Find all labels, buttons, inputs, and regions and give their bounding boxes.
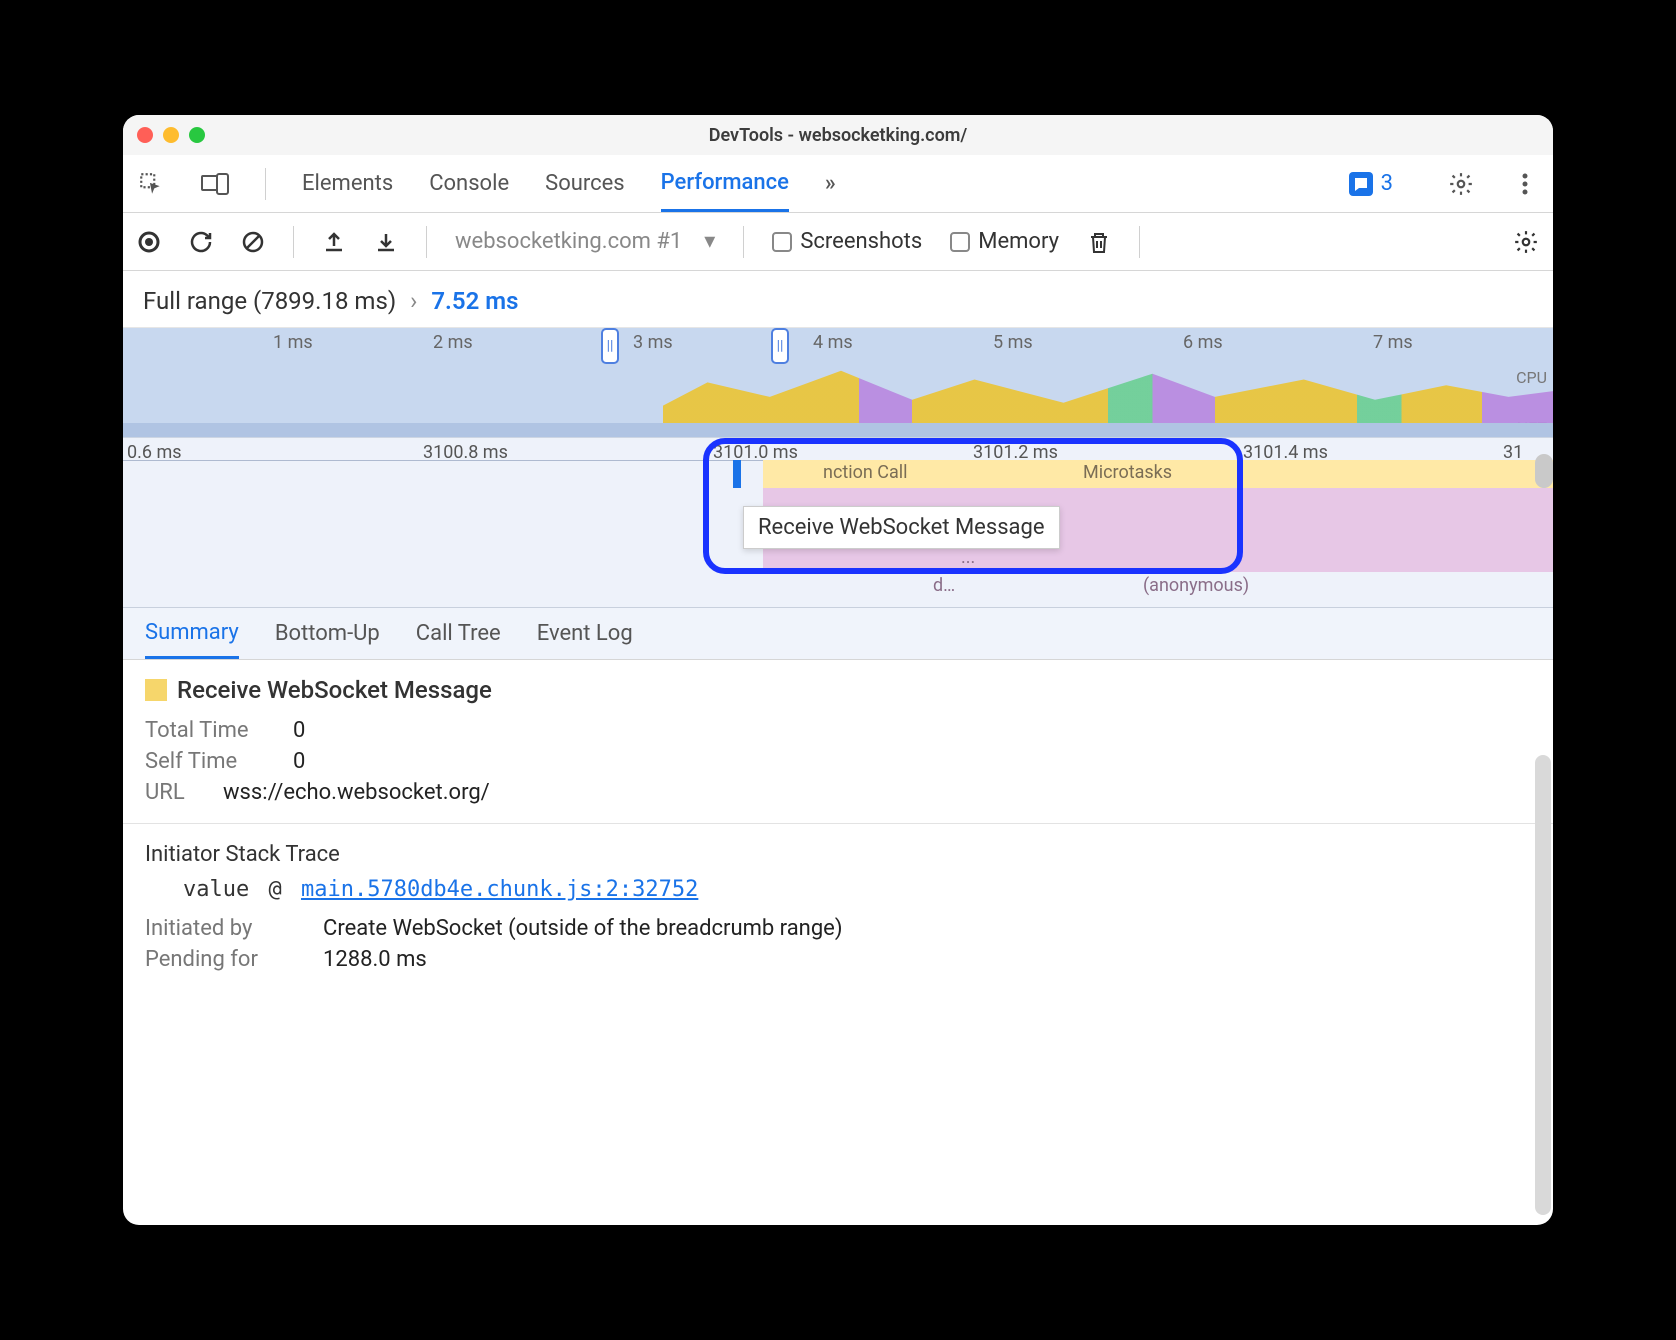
issues-icon — [1349, 172, 1373, 196]
separator — [293, 226, 294, 258]
devtools-window: DevTools - websocketking.com/ Elements C… — [123, 115, 1553, 1225]
stack-at: @ — [268, 877, 281, 902]
tab-bottom-up[interactable]: Bottom-Up — [275, 608, 380, 659]
more-menu-icon[interactable] — [1511, 173, 1539, 195]
checkbox-icon — [950, 232, 970, 252]
tab-divider — [265, 168, 266, 200]
divider — [123, 823, 1553, 824]
overview-tick: 2 ms — [433, 332, 473, 353]
stack-frame: value @ main.5780db4e.chunk.js:2:32752 — [183, 877, 1531, 902]
net-strip — [123, 423, 1553, 437]
url-label: URL — [145, 780, 205, 805]
checkbox-icon — [772, 232, 792, 252]
event-name: Receive WebSocket Message — [177, 676, 492, 704]
flame-entry-label: d… — [933, 575, 955, 596]
recording-name: websocketking.com #1 — [455, 229, 682, 254]
traffic-lights — [137, 127, 205, 143]
summary-panel: Receive WebSocket Message Total Time 0 Se… — [123, 660, 1553, 994]
flame-entry-label: (anonymous) — [1143, 575, 1249, 596]
total-time-label: Total Time — [145, 718, 275, 743]
url-value: wss://echo.websocket.org/ — [223, 780, 490, 805]
range-handle-left[interactable]: || — [601, 328, 619, 364]
range-handle-right[interactable]: || — [771, 328, 789, 364]
tab-sources[interactable]: Sources — [545, 155, 625, 212]
capture-settings-icon[interactable] — [1513, 229, 1539, 255]
performance-toolbar: websocketking.com #1 ▾ Screenshots Memor… — [123, 213, 1553, 271]
panel-scrollbar[interactable] — [1535, 755, 1551, 1215]
total-time-value: 0 — [293, 718, 305, 743]
stack-trace-heading: Initiator Stack Trace — [145, 842, 1531, 867]
tab-performance[interactable]: Performance — [661, 155, 789, 212]
close-window-button[interactable] — [137, 127, 153, 143]
cpu-label: CPU — [1516, 368, 1547, 387]
overview-tick: 4 ms — [813, 332, 853, 353]
reload-record-button[interactable] — [189, 230, 213, 254]
memory-label: Memory — [978, 229, 1059, 254]
zoom-window-button[interactable] — [189, 127, 205, 143]
self-time-value: 0 — [293, 749, 305, 774]
full-range-label[interactable]: Full range (7899.18 ms) — [143, 287, 396, 315]
cpu-activity-graph — [663, 365, 1553, 423]
window-title: DevTools - websocketking.com/ — [123, 125, 1553, 146]
stack-fn: value — [183, 877, 249, 902]
summary-header: Receive WebSocket Message — [145, 676, 1531, 704]
category-swatch — [145, 679, 167, 701]
overview-tick: 6 ms — [1183, 332, 1223, 353]
settings-icon[interactable] — [1447, 171, 1475, 197]
screenshots-checkbox[interactable]: Screenshots — [772, 229, 922, 254]
tab-console[interactable]: Console — [429, 155, 509, 212]
inspect-element-icon[interactable] — [137, 171, 165, 197]
tab-call-tree[interactable]: Call Tree — [416, 608, 501, 659]
event-tooltip: Receive WebSocket Message — [743, 506, 1060, 549]
issues-count: 3 — [1381, 171, 1393, 196]
separator — [426, 226, 427, 258]
selection-duration[interactable]: 7.52 ms — [431, 287, 518, 315]
tabs-overflow-button[interactable]: » — [825, 155, 836, 212]
issues-button[interactable]: 3 — [1349, 171, 1393, 196]
detail-tabs: Summary Bottom-Up Call Tree Event Log — [123, 608, 1553, 660]
chevron-down-icon: ▾ — [704, 229, 715, 254]
overview-tick: 7 ms — [1373, 332, 1413, 353]
device-toolbar-icon[interactable] — [201, 173, 229, 195]
breadcrumb-range: Full range (7899.18 ms) › 7.52 ms — [123, 271, 1553, 328]
clear-button[interactable] — [241, 230, 265, 254]
pending-for-label: Pending for — [145, 947, 305, 972]
download-button[interactable] — [374, 230, 398, 254]
titlebar: DevTools - websocketking.com/ — [123, 115, 1553, 155]
screenshots-label: Screenshots — [800, 229, 922, 254]
initiated-by-value: Create WebSocket (outside of the breadcr… — [323, 916, 843, 941]
tab-elements[interactable]: Elements — [302, 155, 393, 212]
separator — [1139, 226, 1140, 258]
separator — [743, 226, 744, 258]
flame-chart[interactable]: 0.6 ms 3100.8 ms 3101.0 ms 3101.2 ms 310… — [123, 438, 1553, 608]
tab-summary[interactable]: Summary — [145, 608, 239, 659]
record-button[interactable] — [137, 230, 161, 254]
flame-scrollbar[interactable] — [1535, 454, 1553, 488]
overview-tick: 5 ms — [993, 332, 1033, 353]
initiated-by-label: Initiated by — [145, 916, 305, 941]
stack-source-link[interactable]: main.5780db4e.chunk.js:2:32752 — [301, 877, 698, 902]
chevron-right-icon: › — [410, 287, 417, 315]
overview-tick: 3 ms — [633, 332, 673, 353]
recording-selector[interactable]: websocketking.com #1 ▾ — [455, 229, 715, 254]
self-time-label: Self Time — [145, 749, 275, 774]
pending-for-value: 1288.0 ms — [323, 947, 427, 972]
timeline-overview[interactable]: 1 ms 2 ms 3 ms 4 ms 5 ms 6 ms 7 ms CPU N… — [123, 328, 1553, 438]
memory-checkbox[interactable]: Memory — [950, 229, 1059, 254]
overview-tick: 1 ms — [273, 332, 313, 353]
upload-button[interactable] — [322, 230, 346, 254]
minimize-window-button[interactable] — [163, 127, 179, 143]
main-tabbar: Elements Console Sources Performance » 3 — [123, 155, 1553, 213]
tab-event-log[interactable]: Event Log — [537, 608, 633, 659]
collect-garbage-button[interactable] — [1087, 229, 1111, 255]
